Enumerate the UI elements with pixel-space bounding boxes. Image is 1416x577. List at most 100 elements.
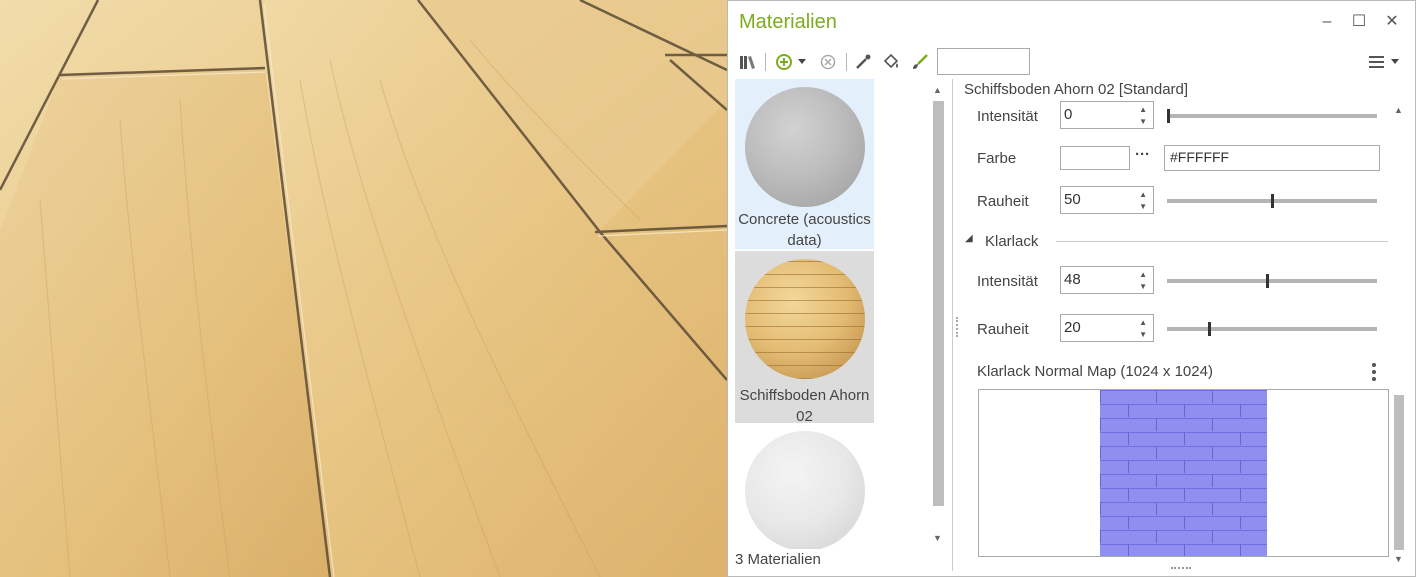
brick-seam (1212, 530, 1213, 543)
paint-bucket-icon[interactable] (880, 51, 902, 73)
brick-seam (1128, 460, 1129, 473)
brick-seam (1100, 530, 1101, 543)
close-button[interactable]: ✕ (1381, 11, 1403, 33)
brick-seam (1128, 488, 1129, 501)
klarlack-roughness-slider[interactable] (1167, 322, 1377, 336)
viewport-3d[interactable] (0, 0, 727, 577)
properties-panel: Schiffsboden Ahorn 02 [Standard] Intensi… (964, 79, 1404, 569)
eyedropper-icon[interactable] (852, 51, 874, 73)
slider-thumb[interactable] (1208, 322, 1212, 336)
klarlack-intensity-slider[interactable] (1167, 274, 1377, 288)
library-icon[interactable] (737, 51, 759, 73)
collapse-triangle-icon[interactable]: ◢ (965, 233, 973, 244)
resize-grip[interactable] (1171, 567, 1191, 569)
brick-seam (1240, 404, 1241, 417)
brick-seam (1156, 390, 1157, 403)
brick-seam (1128, 544, 1129, 556)
roughness-label: Rauheit (977, 321, 1029, 338)
list-item[interactable] (735, 427, 874, 549)
more-icon[interactable]: ··· (1135, 146, 1150, 163)
chevron-down-icon[interactable] (795, 51, 809, 73)
brick-seam (1128, 516, 1129, 529)
brick-seam (1212, 446, 1213, 459)
intensity-stepper[interactable]: 0 ▲ ▼ (1060, 101, 1154, 129)
klarlack-intensity-stepper[interactable]: 48 ▲ ▼ (1060, 266, 1154, 294)
material-list: Concrete (acoustics data) Schiffsboden A… (735, 79, 875, 549)
brick-seam (1212, 474, 1213, 487)
brick-seam (1240, 488, 1241, 501)
color-hex-field[interactable]: #FFFFFF (1164, 145, 1380, 171)
roughness-slider[interactable] (1167, 194, 1377, 208)
list-item[interactable]: Schiffsboden Ahorn 02 (735, 251, 874, 425)
scroll-down-icon[interactable]: ▼ (1394, 554, 1403, 564)
brick-seam (1128, 404, 1129, 417)
scroll-up-icon[interactable]: ▲ (933, 85, 942, 95)
stepper-up-icon[interactable]: ▲ (1139, 190, 1147, 199)
more-vertical-icon[interactable] (1371, 363, 1377, 383)
material-header: Schiffsboden Ahorn 02 [Standard] (964, 81, 1189, 98)
wood-floor-render (0, 0, 727, 577)
color-label: Farbe (977, 150, 1017, 167)
remove-material-icon[interactable] (817, 51, 839, 73)
slider-thumb[interactable] (1266, 274, 1270, 288)
stepper-down-icon[interactable]: ▼ (1139, 330, 1147, 339)
roughness-value: 20 (1064, 319, 1081, 336)
brick-seam (1240, 432, 1241, 445)
normal-map-label: Klarlack Normal Map (1024 x 1024) (977, 363, 1213, 380)
roughness-label: Rauheit (977, 193, 1029, 210)
brick-seam (1212, 418, 1213, 431)
normal-map-preview[interactable] (978, 389, 1389, 557)
intensity-value: 48 (1064, 271, 1081, 288)
slider-thumb[interactable] (1167, 109, 1170, 123)
scroll-down-icon[interactable]: ▼ (933, 533, 942, 543)
menu-icon[interactable] (1367, 51, 1389, 73)
brick-seam (1100, 418, 1101, 431)
list-scrollbar[interactable] (933, 101, 944, 506)
material-label: Concrete (acoustics data) (738, 211, 871, 249)
brick-seam (1184, 404, 1185, 417)
scroll-up-icon[interactable]: ▲ (1394, 105, 1403, 115)
add-material-icon[interactable] (773, 51, 795, 73)
intensity-slider[interactable] (1167, 109, 1377, 123)
brick-seam (1184, 488, 1185, 501)
brick-seam (1100, 474, 1101, 487)
brick-seam (1156, 502, 1157, 515)
brush-icon[interactable] (909, 51, 931, 73)
splitter-grip[interactable] (956, 317, 958, 337)
brick-seam (1156, 446, 1157, 459)
klarlack-roughness-stepper[interactable]: 20 ▲ ▼ (1060, 314, 1154, 342)
brick-seam (1100, 446, 1101, 459)
list-item[interactable]: Concrete (acoustics data) (735, 79, 874, 249)
roughness-stepper[interactable]: 50 ▲ ▼ (1060, 186, 1154, 214)
stepper-up-icon[interactable]: ▲ (1139, 318, 1147, 327)
brick-seam (1128, 432, 1129, 445)
stepper-down-icon[interactable]: ▼ (1139, 117, 1147, 126)
maximize-button[interactable]: ☐ (1348, 11, 1370, 33)
brick-seam (1156, 418, 1157, 431)
intensity-label: Intensität (977, 108, 1038, 125)
slider-thumb[interactable] (1270, 194, 1274, 208)
stepper-down-icon[interactable]: ▼ (1139, 282, 1147, 291)
brick-seam (1184, 460, 1185, 473)
toolbar-separator (765, 53, 766, 71)
material-label: Schiffsboden Ahorn 02 (739, 387, 870, 425)
materials-count: 3 Materialien (735, 551, 821, 568)
brick-seam (1240, 460, 1241, 473)
section-title-klarlack: Klarlack (985, 233, 1039, 250)
splitter[interactable] (952, 79, 953, 571)
brick-seam (1184, 544, 1185, 556)
chevron-down-icon[interactable] (1388, 51, 1402, 73)
color-swatch[interactable] (1060, 146, 1130, 170)
brick-seam (1212, 390, 1213, 403)
brick-seam (1184, 432, 1185, 445)
stepper-up-icon[interactable]: ▲ (1139, 270, 1147, 279)
stepper-up-icon[interactable]: ▲ (1139, 105, 1147, 114)
search-input[interactable] (937, 48, 1030, 75)
properties-scrollbar[interactable] (1394, 395, 1404, 550)
normal-map-texture (1100, 390, 1267, 556)
brick-seam (1240, 516, 1241, 529)
brick-seam (1100, 502, 1101, 515)
minimize-button[interactable]: – (1316, 11, 1338, 33)
materials-panel: Materialien – ☐ ✕ Concrete (acoustics da… (727, 0, 1416, 577)
stepper-down-icon[interactable]: ▼ (1139, 202, 1147, 211)
